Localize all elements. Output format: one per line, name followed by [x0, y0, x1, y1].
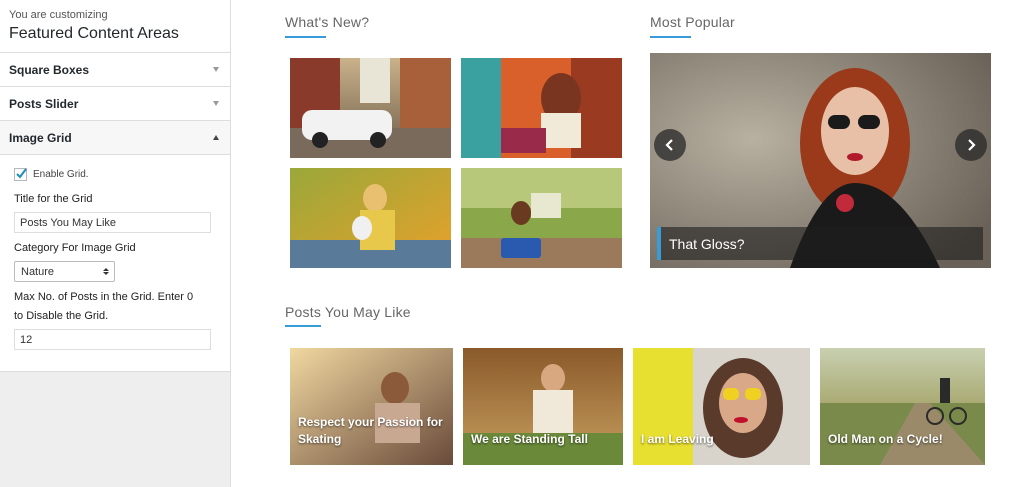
- car-street-photo: [290, 58, 451, 158]
- page: You are customizing Featured Content Are…: [0, 0, 1024, 487]
- whats-new-thumb-map[interactable]: [461, 168, 622, 268]
- grid-title-input[interactable]: Posts You May Like: [14, 212, 211, 233]
- section-label: Image Grid: [9, 130, 72, 145]
- customizer-header: You are customizing Featured Content Are…: [0, 0, 230, 53]
- grid-post-title: Old Man on a Cycle!: [828, 431, 943, 448]
- grid-category-value: Nature: [21, 265, 55, 278]
- slider-next-button[interactable]: [955, 129, 987, 161]
- section-label: Posts Slider: [9, 96, 79, 111]
- image-grid-panel: Enable Grid. Title for the Grid Posts Yo…: [0, 155, 230, 372]
- chevron-right-icon: [968, 139, 976, 151]
- max-posts-label-line2: to Disable the Grid.: [14, 310, 109, 322]
- slider-prev-button[interactable]: [654, 129, 686, 161]
- grid-category-select[interactable]: Nature: [14, 261, 115, 282]
- grid-post-old-man-cycle[interactable]: Old Man on a Cycle!: [820, 348, 985, 465]
- slide-caption[interactable]: That Gloss?: [657, 227, 983, 260]
- whats-new-thumb-girl-dog[interactable]: [290, 168, 451, 268]
- section-image-grid[interactable]: Image Grid: [0, 121, 230, 155]
- slide-caption-text: That Gloss?: [669, 235, 745, 252]
- enable-grid-row: Enable Grid.: [14, 167, 216, 181]
- chevron-down-icon: [213, 101, 219, 106]
- grid-post-title-line2: Old Man on a Cycle!: [828, 432, 943, 446]
- customizing-prefix: You are customizing: [9, 9, 108, 21]
- section-label: Square Boxes: [9, 62, 90, 77]
- most-popular-heading: Most Popular: [650, 14, 735, 30]
- grid-post-title-line1: Respect your Passion for: [298, 415, 443, 429]
- chevron-up-icon: [213, 135, 219, 140]
- whats-new-underline: [285, 36, 326, 38]
- checkmark-icon: [16, 167, 27, 179]
- grid-post-title-line2: I am Leaving: [641, 432, 714, 446]
- grid-post-title-line2: We are Standing Tall: [471, 432, 588, 446]
- traveler-map-photo: [461, 168, 622, 268]
- grid-category-label: Category For Image Grid: [14, 242, 136, 254]
- most-popular-underline: [650, 36, 691, 38]
- grid-post-title: Respect your Passion for Skating: [298, 414, 443, 448]
- woman-skater-photo: [461, 58, 622, 158]
- select-arrows-icon: [103, 268, 109, 275]
- grid-post-standing-tall[interactable]: We are Standing Tall: [463, 348, 623, 465]
- section-square-boxes[interactable]: Square Boxes: [0, 53, 230, 87]
- grid-post-title-line2: Skating: [298, 432, 342, 446]
- customizer-sidebar: You are customizing Featured Content Are…: [0, 0, 231, 487]
- grid-post-title: We are Standing Tall: [471, 431, 588, 448]
- customizing-title: Featured Content Areas: [9, 25, 179, 42]
- grid-post-title: I am Leaving: [641, 431, 714, 448]
- whats-new-heading: What's New?: [285, 14, 370, 30]
- max-posts-input[interactable]: 12: [14, 329, 211, 350]
- whats-new-thumb-woman-skater[interactable]: [461, 58, 622, 158]
- chevron-down-icon: [213, 67, 219, 72]
- grid-title-label: Title for the Grid: [14, 193, 93, 205]
- posts-you-may-like-underline: [285, 325, 321, 327]
- max-posts-label-line1: Max No. of Posts in the Grid. Enter 0: [14, 291, 194, 303]
- grid-post-skating[interactable]: Respect your Passion for Skating: [290, 348, 453, 465]
- grid-post-i-am-leaving[interactable]: I am Leaving: [633, 348, 810, 465]
- enable-grid-checkbox[interactable]: [14, 167, 27, 181]
- chevron-left-icon: [665, 139, 673, 151]
- most-popular-slider[interactable]: That Gloss?: [650, 53, 991, 268]
- enable-grid-label: Enable Grid.: [33, 168, 89, 180]
- whats-new-thumb-car[interactable]: [290, 58, 451, 158]
- posts-you-may-like-heading: Posts You May Like: [285, 304, 411, 320]
- girl-with-dog-photo: [290, 168, 451, 268]
- section-posts-slider[interactable]: Posts Slider: [0, 87, 230, 121]
